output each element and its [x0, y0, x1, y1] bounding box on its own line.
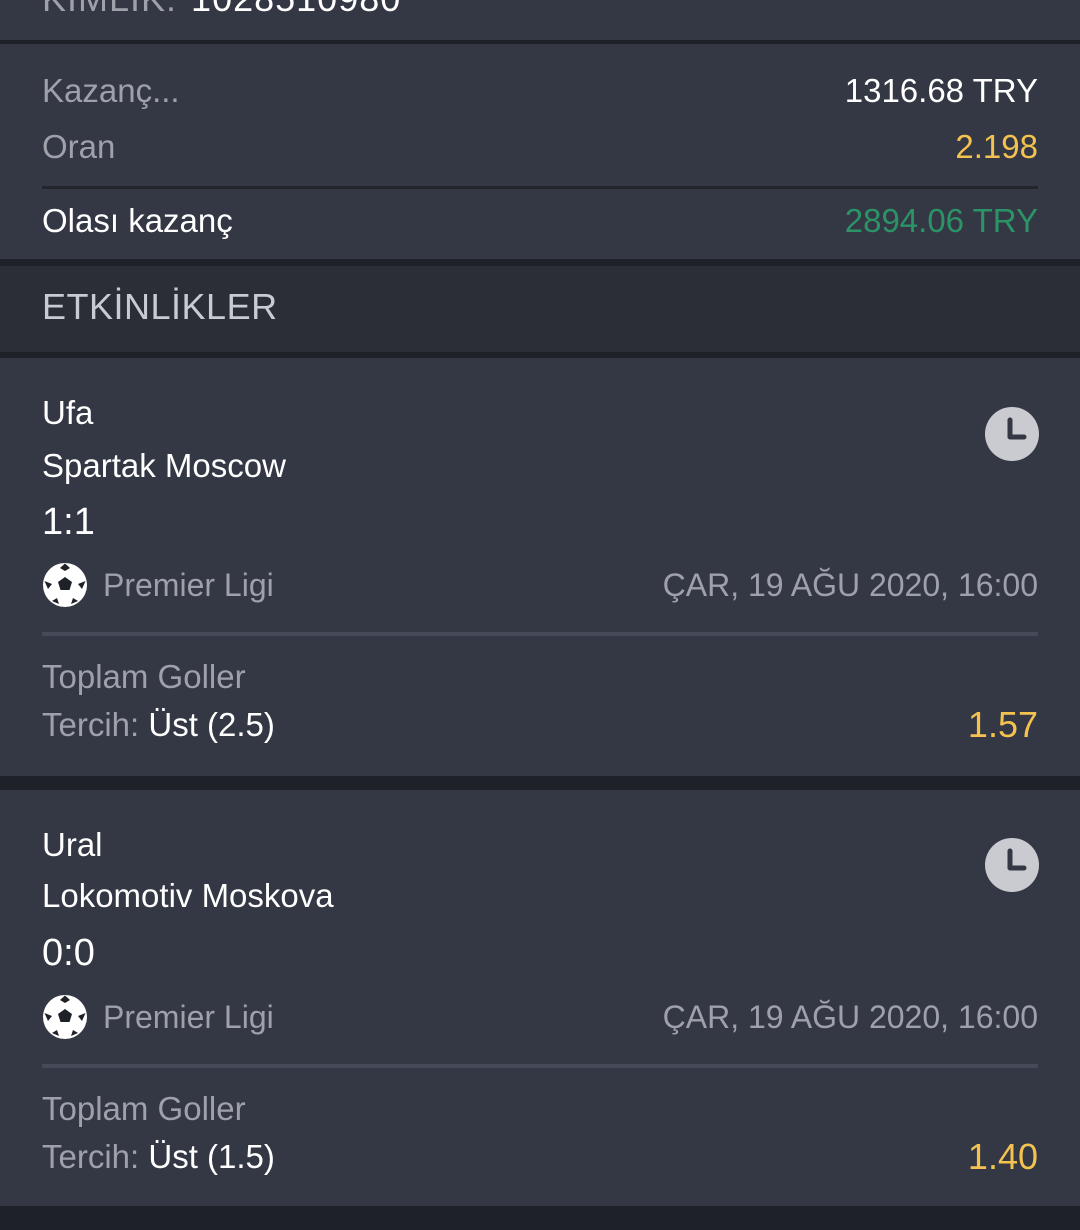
- stake-label: Kazanç...: [42, 72, 180, 109]
- bottom-bar: [0, 1206, 1080, 1230]
- event-meta-row: Premier Ligi ÇAR, 19 AĞU 2020, 16:00: [42, 562, 1038, 608]
- away-team: Lokomotiv Moskova: [42, 877, 334, 914]
- summary-divider: [42, 186, 1038, 189]
- pick-row: Tercih: Üst (1.5) 1.40: [42, 1136, 1038, 1178]
- pick-info: Tercih: Üst (1.5): [42, 1138, 275, 1176]
- clock-icon: [985, 838, 1039, 892]
- card-separator: [0, 776, 1080, 790]
- events-section-title: ETKİNLİKLER: [42, 286, 278, 327]
- soccer-ball-icon: [43, 563, 87, 607]
- event-card[interactable]: Ufa Spartak Moscow 1:1 Premier Ligi ÇAR,…: [0, 358, 1080, 776]
- market-name: Toplam Goller: [42, 658, 246, 695]
- league-info: Premier Ligi: [42, 562, 274, 608]
- bet-id: KİMLİK: 1028510980: [42, 0, 401, 20]
- pick-label: Tercih:: [42, 706, 140, 743]
- pick-value: Üst (1.5): [148, 1138, 275, 1175]
- event-card[interactable]: Ural Lokomotiv Moskova 0:0 Premier Ligi …: [0, 790, 1080, 1206]
- total-odds-label: Oran: [42, 128, 116, 165]
- bet-id-value: 1028510980: [191, 0, 401, 19]
- league-name: Premier Ligi: [103, 998, 274, 1035]
- pick-odds: 1.40: [967, 1136, 1038, 1177]
- soccer-ball-icon: [43, 995, 87, 1039]
- league-name: Premier Ligi: [103, 566, 274, 603]
- events-section-header: ETKİNLİKLER: [0, 266, 1080, 352]
- home-team: Ural: [42, 826, 103, 863]
- bet-id-strip: KİMLİK: 1028510980: [0, 0, 1080, 40]
- potential-win-value: 2894.06 TRY: [844, 202, 1038, 239]
- bet-id-label: KİMLİK:: [42, 0, 177, 19]
- event-divider: [42, 1064, 1038, 1068]
- pick-info: Tercih: Üst (2.5): [42, 706, 275, 744]
- total-odds-row: Oran 2.198: [42, 128, 1038, 166]
- event-divider: [42, 632, 1038, 636]
- pick-odds: 1.57: [967, 704, 1038, 745]
- potential-win-label: Olası kazanç: [42, 202, 233, 239]
- potential-win-row: Olası kazanç 2894.06 TRY: [42, 202, 1038, 240]
- match-datetime: ÇAR, 19 AĞU 2020, 16:00: [662, 566, 1038, 603]
- league-info: Premier Ligi: [42, 994, 274, 1040]
- clock-icon: [985, 407, 1039, 461]
- total-odds-value: 2.198: [955, 128, 1038, 165]
- event-meta-row: Premier Ligi ÇAR, 19 AĞU 2020, 16:00: [42, 994, 1038, 1040]
- stake-value: 1316.68 TRY: [844, 72, 1038, 109]
- home-team: Ufa: [42, 394, 94, 431]
- away-team: Spartak Moscow: [42, 447, 286, 484]
- stake-row: Kazanç... 1316.68 TRY: [42, 72, 1038, 110]
- pick-row: Tercih: Üst (2.5) 1.57: [42, 704, 1038, 746]
- match-datetime: ÇAR, 19 AĞU 2020, 16:00: [662, 998, 1038, 1035]
- bet-summary-card: Kazanç... 1316.68 TRY Oran 2.198 Olası k…: [0, 44, 1080, 259]
- pick-label: Tercih:: [42, 1138, 140, 1175]
- match-score: 0:0: [42, 932, 95, 974]
- pick-value: Üst (2.5): [148, 706, 275, 743]
- match-score: 1:1: [42, 501, 95, 543]
- market-name: Toplam Goller: [42, 1090, 246, 1127]
